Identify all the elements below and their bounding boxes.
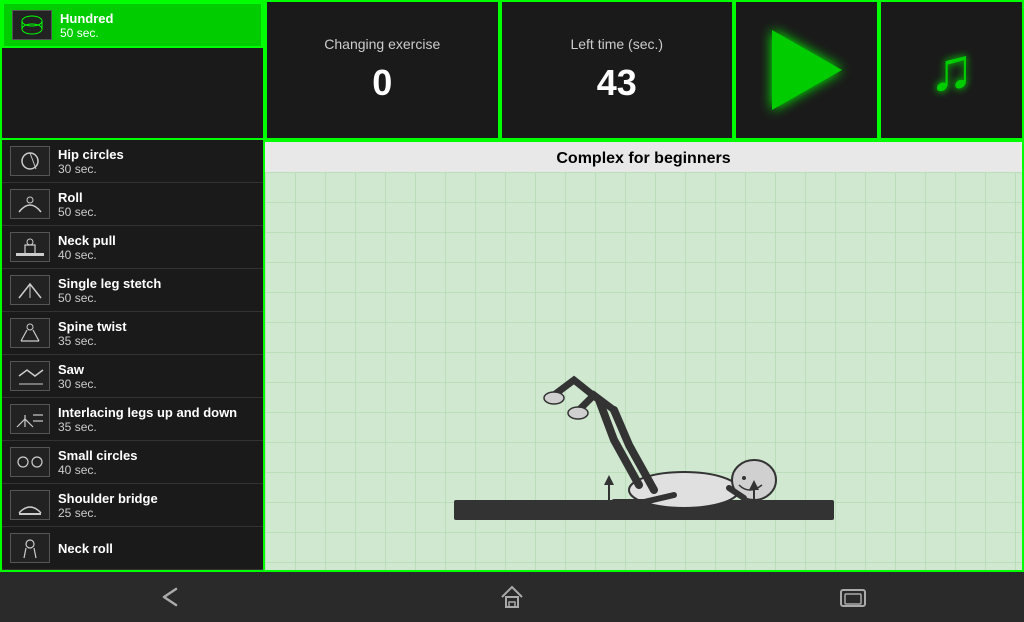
item-duration-2: 50 sec. [58,205,97,219]
item-info-8: Small circles 40 sec. [58,448,138,477]
changing-exercise-label: Changing exercise [324,36,440,52]
thumb-3 [10,232,50,262]
item-duration-6: 30 sec. [58,377,97,391]
back-button[interactable] [146,579,196,615]
sidebar-item-4[interactable]: Single leg stetch 50 sec. [2,269,263,312]
item-name-1: Hip circles [58,147,124,162]
home-button[interactable] [487,579,537,615]
sidebar-top: Hundred 50 sec. [0,0,265,140]
item-info-6: Saw 30 sec. [58,362,97,391]
content-area: Hip circles 30 sec. Roll [0,140,1024,572]
sidebar-item-10[interactable]: Neck roll [2,527,263,570]
item-duration-5: 35 sec. [58,334,127,348]
item-duration-8: 40 sec. [58,463,138,477]
sidebar-item-5[interactable]: Spine twist 35 sec. [2,312,263,355]
top-right: Changing exercise 0 Left time (sec.) 43 … [265,0,1024,140]
left-time-panel: Left time (sec.) 43 [500,0,735,140]
item-duration-4: 50 sec. [58,291,161,305]
sidebar-item-7[interactable]: Interlacing legs up and down 35 sec. [2,398,263,441]
main-container: Hundred 50 sec. Changing exercise 0 Left… [0,0,1024,600]
item-duration-1: 30 sec. [58,162,124,176]
top-section: Hundred 50 sec. Changing exercise 0 Left… [0,0,1024,140]
item-info-3: Neck pull 40 sec. [58,233,116,262]
changing-exercise-panel: Changing exercise 0 [265,0,500,140]
thumb-4 [10,275,50,305]
sidebar-item-9[interactable]: Shoulder bridge 25 sec. [2,484,263,527]
exercise-display: Complex for beginners [265,140,1024,572]
item-info-10: Neck roll [58,541,113,556]
item-name-7: Interlacing legs up and down [58,405,237,420]
item-duration-9: 25 sec. [58,506,158,520]
nav-bar [0,572,1024,622]
changing-exercise-value: 0 [372,62,392,104]
thumb-2 [10,189,50,219]
sidebar-item-8[interactable]: Small circles 40 sec. [2,441,263,484]
thumb-0 [12,10,52,40]
item-name-4: Single leg stetch [58,276,161,291]
item-name-0: Hundred [60,11,113,26]
thumb-7 [10,404,50,434]
item-info-5: Spine twist 35 sec. [58,319,127,348]
exercise-figure [454,280,834,540]
play-panel[interactable] [734,0,879,140]
sidebar-item-2[interactable]: Roll 50 sec. [2,183,263,226]
thumb-1 [10,146,50,176]
item-info-4: Single leg stetch 50 sec. [58,276,161,305]
item-info-1: Hip circles 30 sec. [58,147,124,176]
item-name-8: Small circles [58,448,138,463]
item-duration-3: 40 sec. [58,248,116,262]
sidebar-item-3[interactable]: Neck pull 40 sec. [2,226,263,269]
music-panel[interactable]: ♫ [879,0,1024,140]
item-duration-7: 35 sec. [58,420,237,434]
thumb-10 [10,533,50,563]
left-time-label: Left time (sec.) [570,36,663,52]
thumb-6 [10,361,50,391]
item-name-5: Spine twist [58,319,127,334]
item-name-3: Neck pull [58,233,116,248]
item-name-10: Neck roll [58,541,113,556]
music-icon: ♫ [929,40,974,100]
item-info-9: Shoulder bridge 25 sec. [58,491,158,520]
item-info-0: Hundred 50 sec. [60,11,113,40]
item-name-6: Saw [58,362,97,377]
item-name-9: Shoulder bridge [58,491,158,506]
item-name-2: Roll [58,190,97,205]
play-button[interactable] [772,30,842,110]
item-info-7: Interlacing legs up and down 35 sec. [58,405,237,434]
left-time-value: 43 [597,62,637,104]
item-info-2: Roll 50 sec. [58,190,97,219]
sidebar-item-1[interactable]: Hip circles 30 sec. [2,140,263,183]
recent-button[interactable] [828,579,878,615]
sidebar-item-0[interactable]: Hundred 50 sec. [2,2,263,48]
sidebar-item-6[interactable]: Saw 30 sec. [2,355,263,398]
sidebar-bottom: Hip circles 30 sec. Roll [0,140,265,572]
item-duration-0: 50 sec. [60,26,113,40]
exercise-title: Complex for beginners [265,142,1022,176]
thumb-5 [10,318,50,348]
thumb-9 [10,490,50,520]
thumb-8 [10,447,50,477]
